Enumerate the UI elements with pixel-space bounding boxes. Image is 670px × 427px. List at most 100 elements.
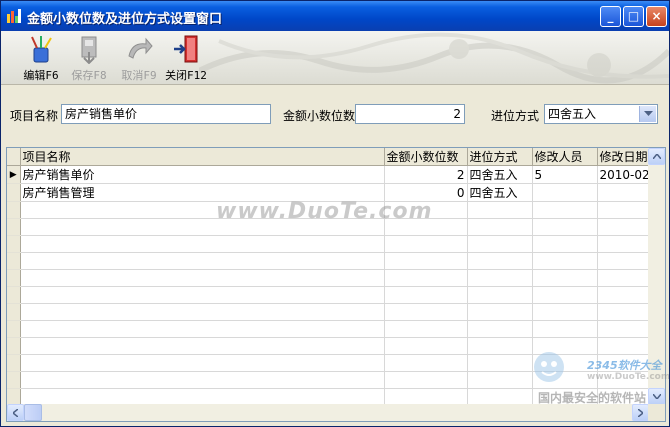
empty-cell	[467, 354, 533, 372]
row-indicator	[7, 337, 21, 355]
column-header-date[interactable]: 修改日期	[597, 148, 649, 166]
empty-cell	[384, 269, 468, 287]
title-bar[interactable]: 金额小数位数及进位方式设置窗口 _ □ ×	[1, 1, 669, 31]
scroll-right-button[interactable]	[632, 404, 649, 421]
empty-cell	[532, 218, 598, 236]
cell-rounding[interactable]: 四舍五入	[467, 165, 533, 184]
edit-label: 编辑F6	[23, 69, 59, 82]
row-indicator	[7, 388, 21, 405]
empty-row	[7, 303, 649, 321]
empty-cell	[467, 286, 533, 304]
scroll-up-button[interactable]	[648, 148, 665, 165]
chevron-down-icon	[652, 394, 661, 399]
empty-cell	[20, 269, 385, 287]
cell-editor[interactable]: 5	[532, 165, 598, 184]
row-indicator	[7, 371, 21, 389]
empty-cell	[20, 218, 385, 236]
empty-cell	[20, 201, 385, 219]
row-indicator	[7, 269, 21, 287]
empty-cell	[20, 337, 385, 355]
empty-cell	[532, 269, 598, 287]
decimals-label: 金额小数位数	[283, 109, 356, 123]
toolbar: 编辑F6 保存F8 取消F9 关闭F12	[1, 31, 669, 85]
empty-cell	[384, 337, 468, 355]
empty-cell	[597, 201, 649, 219]
column-header-rounding[interactable]: 进位方式	[467, 148, 533, 166]
empty-cell	[20, 303, 385, 321]
scroll-left-button[interactable]	[7, 404, 24, 421]
row-indicator-header	[7, 148, 21, 166]
cell-date[interactable]	[597, 183, 649, 202]
current-row-indicator-icon: ▶	[7, 165, 21, 184]
empty-cell	[597, 218, 649, 236]
column-header-decimals[interactable]: 金额小数位数	[384, 148, 468, 166]
empty-row	[7, 320, 649, 338]
empty-cell	[532, 320, 598, 338]
toolbar-background-pattern	[199, 32, 669, 84]
app-window: 金额小数位数及进位方式设置窗口 _ □ × 编辑F6 保存F8 取消F9 关闭F…	[0, 0, 670, 427]
empty-cell	[467, 388, 533, 405]
empty-cell	[384, 371, 468, 389]
maximize-icon: □	[627, 9, 640, 23]
maximize-button[interactable]: □	[623, 6, 644, 27]
cell-item-name[interactable]: 房产销售管理	[20, 183, 385, 202]
empty-cell	[20, 235, 385, 253]
column-header-item-name[interactable]: 项目名称	[20, 148, 385, 166]
row-indicator	[7, 218, 21, 236]
close-label: 关闭F12	[165, 69, 207, 82]
empty-cell	[384, 218, 468, 236]
empty-cell	[20, 354, 385, 372]
empty-cell	[597, 235, 649, 253]
row-indicator	[7, 286, 21, 304]
vertical-scrollbar[interactable]	[648, 148, 665, 405]
empty-cell	[20, 320, 385, 338]
empty-row	[7, 235, 649, 253]
cell-date[interactable]: 2010-02-2	[597, 165, 649, 184]
minimize-icon: _	[607, 9, 614, 23]
cell-editor[interactable]	[532, 183, 598, 202]
edit-tool-button[interactable]: 编辑F6	[16, 34, 66, 82]
decimals-input[interactable]: 2	[355, 104, 465, 124]
horizontal-scroll-thumb[interactable]	[24, 404, 42, 421]
rounding-select-value: 四舍五入	[548, 107, 597, 121]
table-row[interactable]: 房产销售管理 0 四舍五入	[7, 183, 649, 202]
empty-cell	[467, 337, 533, 355]
empty-cell	[597, 388, 649, 405]
row-indicator	[7, 235, 21, 253]
column-header-editor[interactable]: 修改人员	[532, 148, 598, 166]
cancel-tool-button[interactable]: 取消F9	[114, 34, 164, 82]
row-indicator	[7, 354, 21, 372]
close-window-button[interactable]: ×	[646, 6, 667, 27]
dropdown-arrow-icon[interactable]	[639, 106, 656, 122]
close-tool-button[interactable]: 关闭F12	[161, 34, 211, 82]
item-name-input[interactable]: 房产销售单价	[61, 104, 271, 124]
cell-item-name[interactable]: 房产销售单价	[20, 165, 385, 184]
empty-cell	[597, 286, 649, 304]
empty-cell	[467, 320, 533, 338]
cell-decimals[interactable]: 2	[384, 165, 468, 184]
item-name-label: 项目名称	[10, 109, 59, 123]
empty-cell	[597, 252, 649, 270]
close-icon: ×	[651, 9, 662, 23]
empty-cell	[467, 235, 533, 253]
empty-cell	[20, 371, 385, 389]
empty-cell	[20, 388, 385, 405]
horizontal-scrollbar[interactable]	[7, 404, 649, 421]
data-grid: 项目名称 金额小数位数 进位方式 修改人员 修改日期 ▶ 房产销售单价 2 四舍…	[6, 147, 666, 422]
empty-row	[7, 218, 649, 236]
rounding-select[interactable]: 四舍五入	[544, 104, 658, 124]
empty-cell	[597, 354, 649, 372]
table-row[interactable]: ▶ 房产销售单价 2 四舍五入 5 2010-02-2	[7, 165, 649, 184]
window-title: 金额小数位数及进位方式设置窗口	[27, 12, 223, 27]
chevron-up-icon	[652, 154, 661, 159]
empty-cell	[532, 303, 598, 321]
save-tool-button[interactable]: 保存F8	[64, 34, 114, 82]
minimize-button[interactable]: _	[600, 6, 621, 27]
cell-decimals[interactable]: 0	[384, 183, 468, 202]
scroll-down-button[interactable]	[648, 388, 665, 405]
empty-cell	[384, 201, 468, 219]
edit-icon	[31, 36, 52, 63]
empty-cell	[467, 371, 533, 389]
empty-cell	[467, 303, 533, 321]
cell-rounding[interactable]: 四舍五入	[467, 183, 533, 202]
